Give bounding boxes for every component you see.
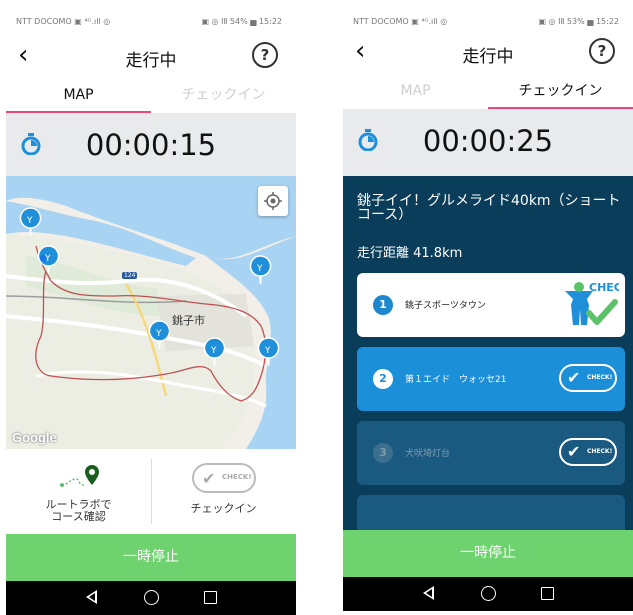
checkmark-icon: ✔ <box>567 368 581 387</box>
check-button-text: CHECK! <box>587 448 613 455</box>
crosshair-icon <box>264 192 282 210</box>
checkpoint-number: 1 <box>373 295 393 315</box>
checkin-label: チェックイン <box>190 502 257 515</box>
svg-text:Y: Y <box>210 346 217 356</box>
nav-home-icon[interactable] <box>481 586 496 601</box>
check-button[interactable]: ✔ CHECK! <box>192 463 256 493</box>
nav-home-icon[interactable] <box>144 590 159 605</box>
check-button-text: CHECK! <box>587 374 613 381</box>
checkpoint-card-current[interactable]: 2 第１エイド ウォッセ21 ✔ CHECK! <box>357 347 625 411</box>
tab-checkin[interactable]: チェックイン <box>151 80 296 110</box>
tab-map[interactable]: MAP <box>343 76 488 106</box>
map-attribution: Google <box>12 430 57 445</box>
checkpoint-card-partial[interactable] <box>357 495 625 530</box>
checkmark-icon: ✔ <box>202 469 216 488</box>
tab-checkin[interactable]: チェックイン <box>488 76 633 106</box>
pause-button[interactable]: 一時停止 <box>343 530 633 577</box>
route-lab-label-2: コース確認 <box>51 510 106 523</box>
checkin-screen: NTT DOCOMO ▣ ⁴ᴳ.ıll ◎ ▣ ◎ ⅠⅡ 53% ▅ 15:22… <box>343 0 633 615</box>
elapsed-timer: 00:00:25 <box>422 124 554 158</box>
checkpoint-name: 犬吠埼灯台 <box>405 449 451 459</box>
map-action-bar: ルートラボで コース確認 ✔ CHECK! チェックイン <box>6 449 296 534</box>
course-map[interactable]: YYY YYY 124 銚子市 Google <box>6 176 296 449</box>
route-pin-icon <box>60 465 99 487</box>
route-shield: 124 <box>122 272 138 279</box>
elapsed-timer: 00:00:15 <box>85 128 217 162</box>
course-title: 銚子イイ！グルメライド40km（ショートコース） <box>357 193 621 223</box>
system-nav-bar <box>6 581 296 615</box>
tab-map[interactable]: MAP <box>6 80 151 110</box>
check-button-text: CHECK! <box>222 473 252 481</box>
help-icon[interactable]: ? <box>589 38 615 64</box>
route-lab-button[interactable]: ルートラボで コース確認 <box>6 449 151 534</box>
svg-text:Y: Y <box>264 346 271 356</box>
timer-panel: 00:00:15 <box>6 113 296 176</box>
checked-badge-icon: CHECK! <box>565 281 619 325</box>
checkin-panel: 銚子イイ！グルメライド40km（ショートコース） 走行距離 41.8km 1 銚… <box>343 176 633 530</box>
status-bar: NTT DOCOMO ▣ ⁴ᴳ.ıll ◎ ▣ ◎ ⅠⅡ 53% ▅ 15:22 <box>343 0 633 34</box>
system-status: ▣ ◎ ⅠⅡ 54% ▅ 15:22 <box>201 17 282 26</box>
svg-text:Y: Y <box>256 264 263 274</box>
my-location-button[interactable] <box>258 186 288 216</box>
check-button[interactable]: ✔ CHECK! <box>559 364 617 392</box>
svg-text:Y: Y <box>155 329 162 339</box>
nav-back-icon[interactable] <box>86 590 97 604</box>
map-screen: NTT DOCOMO ▣ ⁴ᴳ.ıll ◎ ▣ ◎ ⅠⅡ 54% ▅ 15:22… <box>6 0 296 615</box>
status-bar: NTT DOCOMO ▣ ⁴ᴳ.ıll ◎ ▣ ◎ ⅠⅡ 54% ▅ 15:22 <box>6 0 296 34</box>
carrier-status: NTT DOCOMO ▣ ⁴ᴳ.ıll ◎ <box>353 17 448 26</box>
distance-readout: 走行距離 41.8km <box>357 246 463 261</box>
carrier-status: NTT DOCOMO ▣ ⁴ᴳ.ıll ◎ <box>16 17 111 26</box>
check-button[interactable]: ✔ CHECK! <box>559 438 617 466</box>
checkpoint-card[interactable]: 1 銚子スポーツタウン CHECK! <box>357 273 625 337</box>
checkpoint-card[interactable]: 3 犬吠埼灯台 ✔ CHECK! <box>357 421 625 485</box>
timer-panel: 00:00:25 <box>343 109 633 176</box>
app-bar: ‹ 走行中 ? <box>6 34 296 80</box>
map-city-label: 銚子市 <box>172 314 205 327</box>
app-bar: ‹ 走行中 ? <box>343 30 633 76</box>
checkpoint-number: 3 <box>373 443 393 463</box>
nav-recents-icon[interactable] <box>204 591 217 604</box>
help-icon[interactable]: ? <box>252 42 278 68</box>
svg-text:Y: Y <box>26 216 33 226</box>
checkpoint-number: 2 <box>373 369 393 389</box>
tab-bar: MAP チェックイン <box>343 76 633 109</box>
system-status: ▣ ◎ ⅠⅡ 53% ▅ 15:22 <box>538 17 619 26</box>
checkmark-icon: ✔ <box>567 442 581 461</box>
checked-badge-text: CHECK! <box>589 281 619 294</box>
checkin-action[interactable]: ✔ CHECK! チェックイン <box>151 449 296 534</box>
nav-back-icon[interactable] <box>423 586 434 600</box>
system-nav-bar <box>343 577 633 611</box>
checkpoint-name: 第１エイド ウォッセ21 <box>405 375 507 385</box>
tab-bar: MAP チェックイン <box>6 80 296 113</box>
checkpoint-name: 銚子スポーツタウン <box>405 301 486 311</box>
nav-recents-icon[interactable] <box>541 587 554 600</box>
pause-button[interactable]: 一時停止 <box>6 534 296 581</box>
map-canvas: YYY YY Y <box>6 176 296 449</box>
